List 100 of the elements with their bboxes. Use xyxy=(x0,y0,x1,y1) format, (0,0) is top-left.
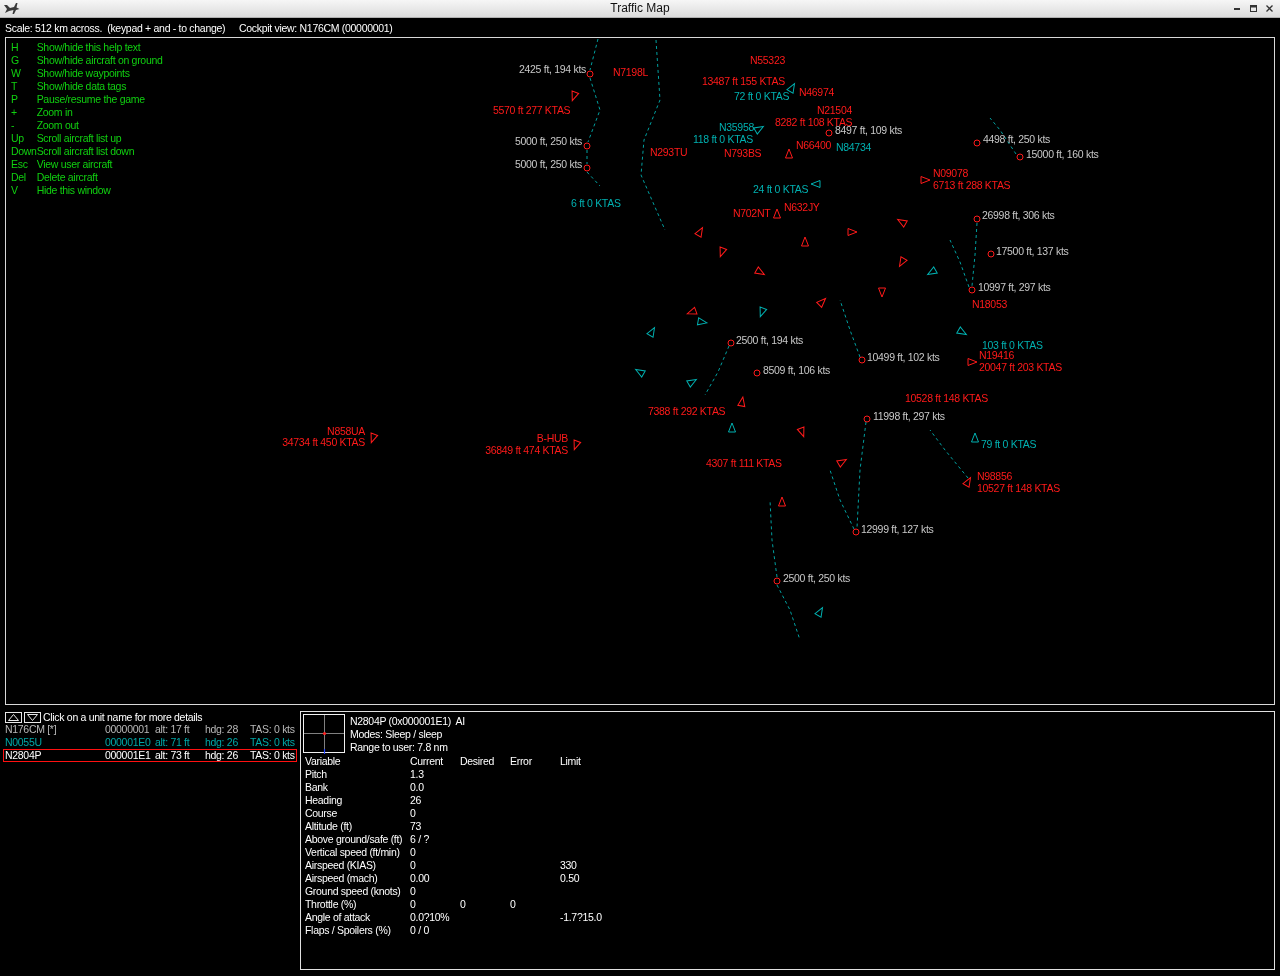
circle-icon xyxy=(863,415,871,423)
unit-name[interactable]: N0055U xyxy=(5,737,105,748)
triangle-icon xyxy=(836,459,847,468)
variable-name: Flaps / Spoilers (%) xyxy=(305,924,391,937)
scroll-down-button[interactable] xyxy=(24,711,41,723)
unit-heading: hdg: 28 xyxy=(205,724,239,735)
column-header: Limit xyxy=(560,755,581,768)
waypoint-label: 10997 ft, 297 kts xyxy=(978,282,1051,292)
unit-row[interactable]: N2804P 000001E1 alt: 73 ft hdg: 26 TAS: 0 kts xyxy=(3,749,297,762)
unit-row[interactable]: N0055U 000001E0 alt: 71 ft hdg: 26 TAS: 0 kts xyxy=(3,736,297,749)
minimize-icon xyxy=(1234,7,1240,10)
flight-data-label: 4307 ft 111 KTAS xyxy=(706,458,782,468)
circle-icon xyxy=(973,139,981,147)
unit-id: 000001E1 xyxy=(105,750,152,761)
triangle-icon xyxy=(956,326,967,335)
waypoint-label: 11998 ft, 297 kts xyxy=(873,411,945,421)
triangle-icon xyxy=(686,379,697,388)
dashed-route-line xyxy=(587,77,601,143)
help-key: P xyxy=(11,93,37,106)
circle-icon xyxy=(1016,153,1024,161)
table-cell: 0 xyxy=(410,846,416,859)
waypoint-label: 2500 ft, 194 kts xyxy=(736,335,803,345)
help-action: Show/hide waypoints xyxy=(36,67,131,80)
callsign-label: N35958 xyxy=(719,122,754,132)
help-action: Hide this window xyxy=(36,184,112,197)
waypoint-label: 26998 ft, 306 kts xyxy=(982,210,1055,220)
flight-data-label: 24 ft 0 KTAS xyxy=(753,184,809,194)
dashed-route-line xyxy=(589,38,599,71)
triangle-icon xyxy=(696,317,708,326)
help-action: Show/hide data tags xyxy=(36,80,128,93)
waypoint-label: 5000 ft, 250 kts xyxy=(515,159,582,169)
triangle-icon xyxy=(971,432,979,443)
variable-name: Throttle (%) xyxy=(305,898,357,911)
flight-data-label: 20047 ft 203 KTAS xyxy=(979,362,1062,372)
column-header: Current xyxy=(410,755,443,768)
waypoint-label: 8509 ft, 106 kts xyxy=(763,365,830,375)
circle-icon xyxy=(987,250,995,258)
table-cell: -1.7?15.0 xyxy=(560,911,602,924)
variable-name: Pitch xyxy=(305,768,327,781)
unit-row[interactable]: N176CM [*] 00000001 alt: 17 ft hdg: 28 TAS: 0 kts xyxy=(3,723,297,736)
table-cell: 0.0 xyxy=(410,781,424,794)
circle-icon xyxy=(586,70,594,78)
table-cell: 0 / 0 xyxy=(410,924,429,937)
callsign-label: B-HUB xyxy=(536,433,568,443)
unit-altitude: alt: 17 ft xyxy=(155,724,191,735)
flight-data-label: 10527 ft 148 KTAS xyxy=(977,483,1060,493)
range-text: Range to user: 7.8 nm xyxy=(350,741,448,754)
help-action: Pause/resume the game xyxy=(36,93,146,106)
triangle-icon xyxy=(686,306,698,315)
unit-speed: TAS: 0 kts xyxy=(250,737,295,748)
help-key: Down xyxy=(11,145,37,158)
help-action: Zoom in xyxy=(36,106,74,119)
help-action: Show/hide this help text xyxy=(36,41,142,54)
triangle-icon xyxy=(801,236,809,247)
waypoint-label: 17500 ft, 137 kts xyxy=(996,246,1069,256)
cockpit-view-text: Cockpit view: N176CM (00000001) xyxy=(239,22,393,36)
help-action: Zoom out xyxy=(36,119,80,132)
circle-icon xyxy=(583,164,591,172)
unit-name[interactable]: N2804P xyxy=(5,750,105,761)
unit-speed: TAS: 0 kts xyxy=(250,750,295,761)
scroll-up-button[interactable] xyxy=(5,711,22,723)
column-header: Error xyxy=(510,755,532,768)
circle-icon xyxy=(583,142,591,150)
triangle-icon xyxy=(694,227,703,238)
flight-data-label: 10528 ft 148 KTAS xyxy=(905,393,988,403)
callsign-label: N632JY xyxy=(784,202,820,212)
callsign-label: N09078 xyxy=(933,168,968,178)
help-action: Scroll aircraft list up xyxy=(36,132,123,145)
unit-heading: hdg: 26 xyxy=(205,737,239,748)
triangle-icon xyxy=(920,176,931,184)
variable-name: Angle of attack xyxy=(305,911,370,924)
variable-name: Ground speed (knots) xyxy=(305,885,401,898)
up-triangle-icon xyxy=(8,713,19,721)
help-key: - xyxy=(11,119,37,132)
waypoint-label: 10499 ft, 102 kts xyxy=(867,352,940,362)
flight-data-label: 118 ft 0 KTAS xyxy=(693,134,753,144)
down-triangle-icon xyxy=(27,713,38,721)
waypoint-label: 4498 ft, 250 kts xyxy=(983,134,1050,144)
triangle-icon xyxy=(753,126,764,135)
flight-data-label: 8282 ft 108 KTAS xyxy=(775,117,853,127)
callsign-label: N18053 xyxy=(972,299,1007,309)
callsign-label: N293TU xyxy=(650,147,688,157)
help-key: G xyxy=(11,54,37,67)
callsign-label: N55323 xyxy=(750,55,785,65)
column-header: Desired xyxy=(460,755,495,768)
callsign-label: N702NT xyxy=(733,208,771,218)
flight-data-label: 103 ft 0 KTAS xyxy=(982,340,1043,350)
triangle-icon xyxy=(728,422,736,433)
callsign-label: N84734 xyxy=(836,142,871,152)
variable-name: Heading xyxy=(305,794,342,807)
triangle-icon xyxy=(785,148,793,159)
triangle-icon xyxy=(796,426,805,438)
help-key: T xyxy=(11,80,37,93)
triangle-icon xyxy=(737,396,746,408)
unit-heading: hdg: 26 xyxy=(205,750,239,761)
unit-name[interactable]: N176CM [*] xyxy=(5,724,105,735)
circle-icon xyxy=(973,215,981,223)
triangle-icon xyxy=(635,369,646,378)
aircraft-title: N2804P (0x000001E1) AI xyxy=(350,715,465,728)
table-cell: 0 xyxy=(510,898,516,911)
